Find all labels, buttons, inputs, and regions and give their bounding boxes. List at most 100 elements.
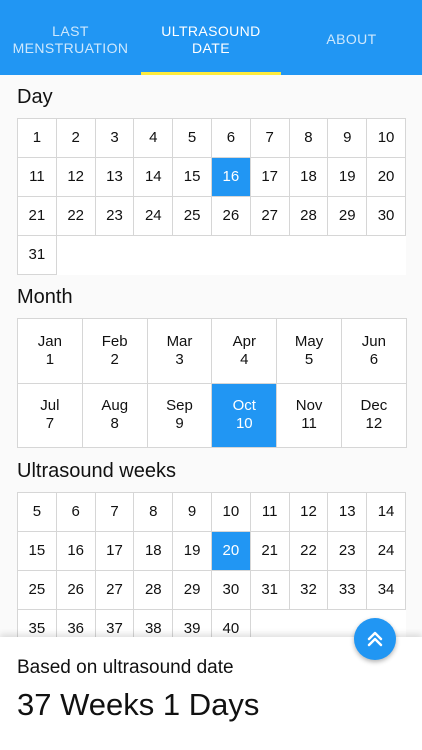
tab-label: LAST MENSTRUATION <box>12 22 129 56</box>
month-cell-feb[interactable]: Feb 2 <box>82 319 148 384</box>
week-cell-13[interactable]: 13 <box>328 493 368 532</box>
week-cell-31[interactable]: 31 <box>250 571 290 610</box>
week-cell-28[interactable]: 28 <box>134 571 174 610</box>
week-cell-12[interactable]: 12 <box>289 493 329 532</box>
week-cell-19[interactable]: 19 <box>173 532 212 571</box>
month-cell-sep[interactable]: Sep 9 <box>147 383 213 448</box>
day-cell-14[interactable]: 14 <box>134 158 174 197</box>
day-cell-23[interactable]: 23 <box>95 197 135 236</box>
day-cell-6[interactable]: 6 <box>211 119 251 158</box>
result-label: Based on ultrasound date <box>17 657 234 678</box>
day-cell-8[interactable]: 8 <box>289 119 329 158</box>
week-cell-25[interactable]: 25 <box>18 571 57 610</box>
month-number: 12 <box>365 415 383 433</box>
day-cell-17[interactable]: 17 <box>250 158 290 197</box>
month-number: 3 <box>175 350 184 368</box>
week-cell-33[interactable]: 33 <box>328 571 368 610</box>
month-name: Nov <box>295 397 323 415</box>
day-cell-5[interactable]: 5 <box>173 119 212 158</box>
week-cell-26[interactable]: 26 <box>56 571 96 610</box>
day-cell-20[interactable]: 20 <box>367 158 406 197</box>
month-name: Apr <box>232 332 256 350</box>
day-cell-13[interactable]: 13 <box>95 158 135 197</box>
week-cell-14[interactable]: 14 <box>367 493 406 532</box>
day-cell-2[interactable]: 2 <box>56 119 96 158</box>
month-number: 11 <box>301 415 317 433</box>
tab-last-menstruation[interactable]: LAST MENSTRUATION <box>0 0 141 75</box>
day-cell-9[interactable]: 9 <box>328 119 368 158</box>
day-cell-7[interactable]: 7 <box>250 119 290 158</box>
day-cell-22[interactable]: 22 <box>56 197 96 236</box>
week-cell-23[interactable]: 23 <box>328 532 368 571</box>
week-cell-32[interactable]: 32 <box>289 571 329 610</box>
month-name: Dec <box>360 397 388 415</box>
month-number: 5 <box>304 350 314 368</box>
tab-about[interactable]: ABOUT <box>281 0 422 75</box>
day-cell-10[interactable]: 10 <box>367 119 406 158</box>
day-cell-19[interactable]: 19 <box>328 158 368 197</box>
month-cell-oct[interactable]: Oct 10 <box>212 383 278 448</box>
day-cell-27[interactable]: 27 <box>250 197 290 236</box>
month-number: 1 <box>45 350 55 368</box>
month-number: 6 <box>369 350 379 368</box>
day-cell-16[interactable]: 16 <box>211 158 251 197</box>
month-number: 7 <box>45 415 55 433</box>
month-cell-jan[interactable]: Jan 1 <box>18 319 83 384</box>
week-cell-34[interactable]: 34 <box>367 571 406 610</box>
month-cell-mar[interactable]: Mar 3 <box>147 319 213 384</box>
month-cell-dec[interactable]: Dec 12 <box>341 383 407 448</box>
week-cell-17[interactable]: 17 <box>95 532 135 571</box>
month-number: 10 <box>235 415 253 433</box>
day-cell-1[interactable]: 1 <box>18 119 57 158</box>
week-cell-21[interactable]: 21 <box>250 532 290 571</box>
day-cell-12[interactable]: 12 <box>56 158 96 197</box>
month-cell-may[interactable]: May 5 <box>277 319 342 384</box>
day-cell-4[interactable]: 4 <box>134 119 174 158</box>
day-cell-21[interactable]: 21 <box>18 197 57 236</box>
month-cell-jul[interactable]: Jul 7 <box>18 383 83 448</box>
day-cell-26[interactable]: 26 <box>211 197 251 236</box>
tab-ultrasound-date[interactable]: ULTRASOUND DATE <box>141 0 281 75</box>
week-cell-18[interactable]: 18 <box>134 532 174 571</box>
week-cell-7[interactable]: 7 <box>95 493 135 532</box>
scroll-top-button[interactable] <box>354 618 396 660</box>
month-cell-jun[interactable]: Jun 6 <box>341 319 407 384</box>
day-cell-30[interactable]: 30 <box>367 197 406 236</box>
day-cell-25[interactable]: 25 <box>173 197 212 236</box>
day-cell-3[interactable]: 3 <box>95 119 135 158</box>
month-name: Mar <box>166 332 193 350</box>
week-cell-5[interactable]: 5 <box>18 493 57 532</box>
week-cell-15[interactable]: 15 <box>18 532 57 571</box>
week-cell-24[interactable]: 24 <box>367 532 406 571</box>
month-section-title: Month <box>17 286 73 308</box>
week-cell-9[interactable]: 9 <box>173 493 212 532</box>
day-cell-18[interactable]: 18 <box>289 158 329 197</box>
day-cell-28[interactable]: 28 <box>289 197 329 236</box>
day-cell-24[interactable]: 24 <box>134 197 174 236</box>
week-cell-10[interactable]: 10 <box>211 493 251 532</box>
day-cell-29[interactable]: 29 <box>328 197 368 236</box>
week-cell-8[interactable]: 8 <box>134 493 174 532</box>
month-name: Feb <box>101 332 128 350</box>
week-cell-27[interactable]: 27 <box>95 571 135 610</box>
week-cell-6[interactable]: 6 <box>56 493 96 532</box>
result-panel: Based on ultrasound date 37 Weeks 1 Days <box>0 637 422 750</box>
month-number: 2 <box>110 350 119 368</box>
week-cell-29[interactable]: 29 <box>173 571 212 610</box>
month-cell-nov[interactable]: Nov 11 <box>277 383 342 448</box>
day-grid: 1 2 3 4 5 6 7 8 9 10 11 12 13 14 15 16 17 18 19 20 21 22 23 24 2… <box>17 118 406 275</box>
month-name: Aug <box>101 397 129 415</box>
month-cell-aug[interactable]: Aug 8 <box>82 383 148 448</box>
week-cell-11[interactable]: 11 <box>250 493 290 532</box>
week-cell-16[interactable]: 16 <box>56 532 96 571</box>
day-cell-11[interactable]: 11 <box>18 158 57 197</box>
double-chevron-up-icon <box>367 631 383 647</box>
week-cell-20[interactable]: 20 <box>211 532 251 571</box>
day-cell-31[interactable]: 31 <box>18 236 57 275</box>
week-cell-30[interactable]: 30 <box>211 571 251 610</box>
week-cell-22[interactable]: 22 <box>289 532 329 571</box>
tab-bar: LAST MENSTRUATION ULTRASOUND DATE ABOUT <box>0 0 422 75</box>
month-cell-apr[interactable]: Apr 4 <box>212 319 278 384</box>
day-cell-15[interactable]: 15 <box>173 158 212 197</box>
month-number: 4 <box>240 350 249 368</box>
